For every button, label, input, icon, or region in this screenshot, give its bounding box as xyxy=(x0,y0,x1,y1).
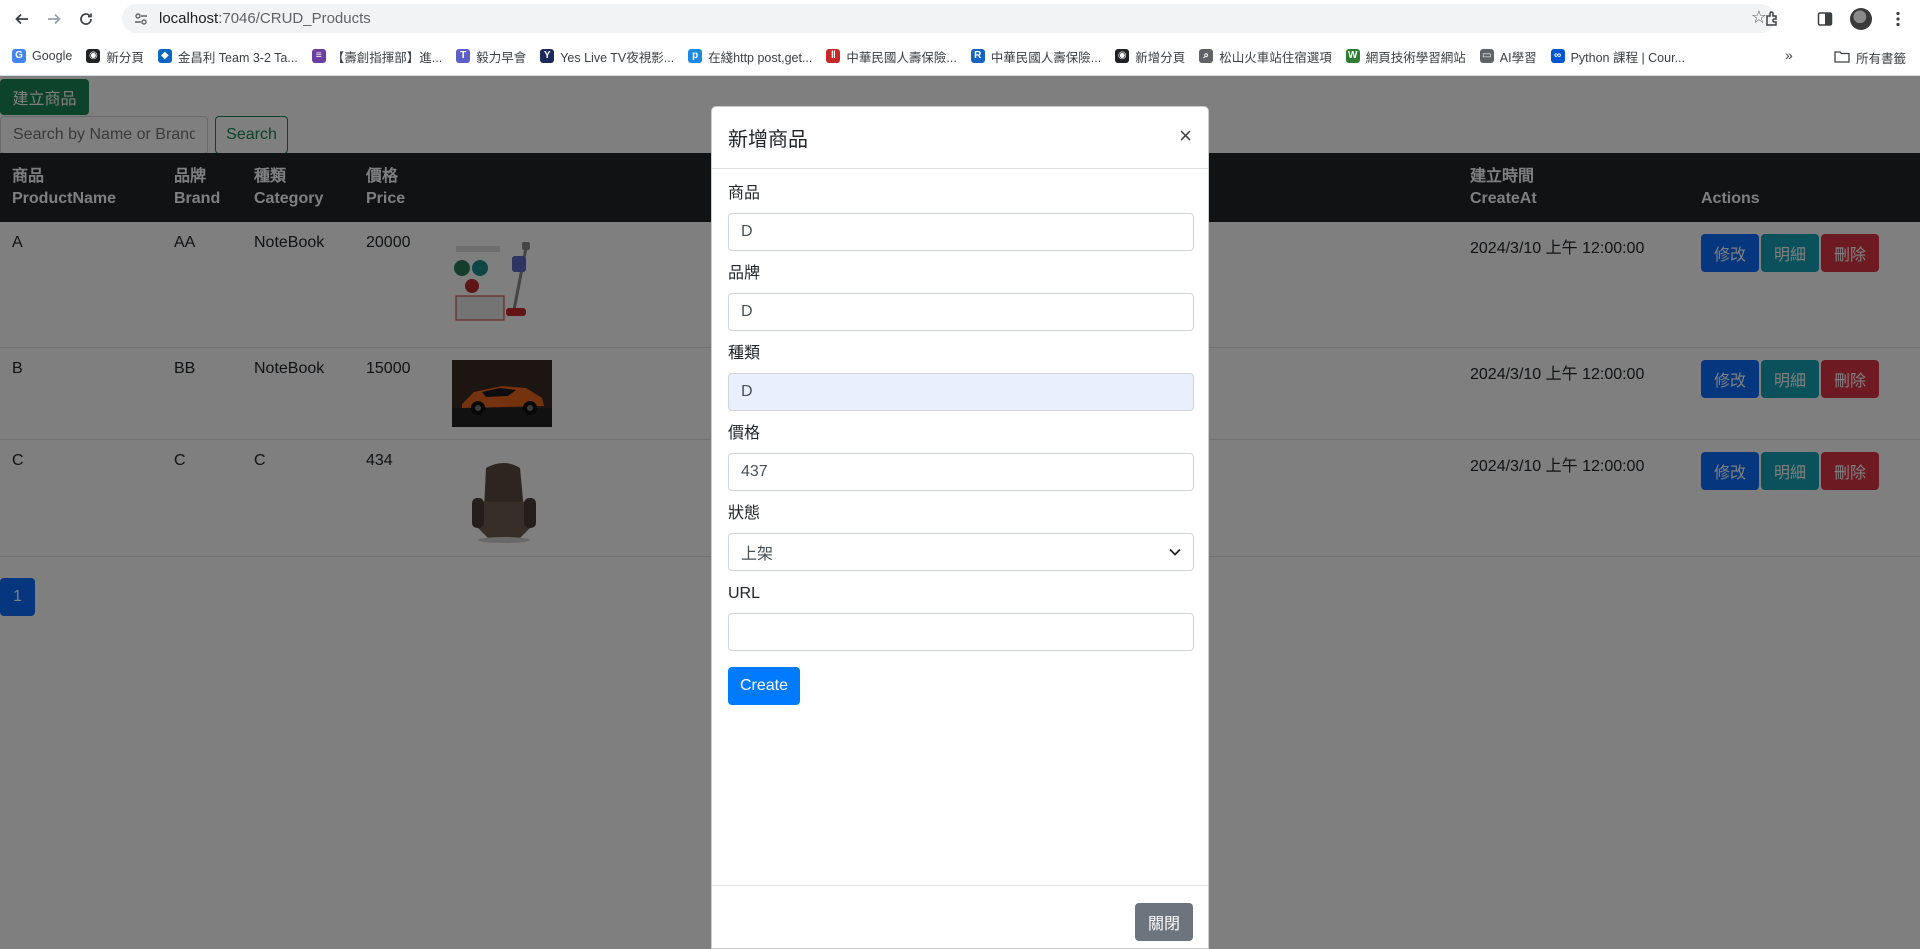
price-input[interactable]: 437 xyxy=(728,453,1194,491)
status-selected-value: 上架 xyxy=(741,546,774,563)
bookmark-item[interactable]: ⌕ 松山火車站住宿選項 xyxy=(1199,47,1332,66)
modal-footer: 關閉 xyxy=(712,885,1208,949)
category-input[interactable]: D xyxy=(728,373,1194,411)
forward-icon[interactable] xyxy=(40,5,68,33)
address-bar[interactable]: localhost:7046/CRUD_Products ☆ xyxy=(122,4,1775,33)
bookmark-favicon-icon: ◉ xyxy=(1115,49,1130,63)
product-name-input[interactable]: D xyxy=(728,213,1194,251)
bookmarks-overflow-icon[interactable]: » xyxy=(1785,47,1793,63)
bookmark-item[interactable]: G Google xyxy=(12,49,72,63)
bookmark-favicon-icon: ▭ xyxy=(1479,49,1494,63)
close-modal-button[interactable]: 關閉 xyxy=(1135,903,1193,941)
price-label: 價格 xyxy=(728,425,761,442)
profile-avatar[interactable] xyxy=(1850,8,1872,30)
create-product-modal: 新增商品 × 商品 D 品牌 D 種類 D 價格 437 狀態 上架 URL C… xyxy=(711,106,1209,949)
bookmark-label: 松山火車站住宿選項 xyxy=(1219,50,1332,65)
reload-icon[interactable] xyxy=(72,5,100,33)
bookmark-item[interactable]: ▭ AI學習 xyxy=(1479,47,1537,66)
modal-title: 新增商品 xyxy=(728,129,808,151)
bookmark-favicon-icon: ‖ xyxy=(826,49,841,63)
bookmark-favicon-icon: p xyxy=(688,49,703,63)
bookmark-label: AI學習 xyxy=(1499,50,1537,65)
bookmark-item[interactable]: ‖ 中華民國人壽保險... xyxy=(826,47,957,66)
bookmark-item[interactable]: R 中華民國人壽保險... xyxy=(970,47,1102,66)
bookmark-label: 金昌利 Team 3-2 Ta... xyxy=(177,50,298,65)
bookmark-item[interactable]: ◆ 金昌利 Team 3-2 Ta... xyxy=(157,47,298,66)
bookmark-item[interactable]: Y Yes Live TV夜視影... xyxy=(540,47,674,66)
bookmark-item[interactable]: ∞ Python 課程 | Cour... xyxy=(1550,47,1685,66)
folder-icon xyxy=(1834,50,1850,66)
bookmark-item[interactable]: W 網頁技術學習網站 xyxy=(1345,47,1466,66)
bookmark-label: 新分頁 xyxy=(106,50,144,65)
bookmark-label: 在綫http post,get... xyxy=(708,50,813,65)
bookmark-label: 中華民國人壽保險... xyxy=(990,50,1102,65)
back-icon[interactable] xyxy=(8,5,36,33)
brand-label: 品牌 xyxy=(728,265,761,282)
bookmark-label: Google xyxy=(32,49,73,63)
all-bookmarks[interactable]: 所有書籤 xyxy=(1834,48,1906,67)
bookmark-favicon-icon: Y xyxy=(540,49,555,63)
bookmark-favicon-icon: ≡ xyxy=(311,49,326,63)
bookmark-item[interactable]: T 毅力早會 xyxy=(456,47,526,66)
bookmark-label: 網頁技術學習網站 xyxy=(1365,50,1466,65)
bookmark-favicon-icon: W xyxy=(1345,49,1360,63)
category-label: 種類 xyxy=(728,345,761,362)
url-text: localhost:7046/CRUD_Products xyxy=(159,10,371,27)
close-icon[interactable]: × xyxy=(1179,125,1192,147)
bookmark-item[interactable]: ≡ 【壽創指揮部】進... xyxy=(311,47,443,66)
bookmark-favicon-icon: ⌕ xyxy=(1199,49,1214,63)
url-label: URL xyxy=(728,585,761,602)
bookmark-label: 毅力早會 xyxy=(476,50,527,65)
bookmark-favicon-icon: ◆ xyxy=(157,49,172,63)
brand-input[interactable]: D xyxy=(728,293,1194,331)
status-label: 狀態 xyxy=(728,505,761,522)
bookmark-favicon-icon: T xyxy=(456,49,471,63)
url-input[interactable] xyxy=(728,613,1194,651)
modal-header: 新增商品 × xyxy=(712,107,1208,169)
create-submit-button[interactable]: Create xyxy=(728,667,800,705)
bookmark-favicon-icon: R xyxy=(970,49,985,63)
status-select[interactable]: 上架 xyxy=(728,533,1194,571)
site-settings-icon[interactable] xyxy=(133,12,149,26)
bookmark-label: 中華民國人壽保險... xyxy=(846,50,957,65)
bookmark-label: 新增分頁 xyxy=(1135,50,1186,65)
all-bookmarks-label: 所有書籤 xyxy=(1855,52,1906,66)
bookmark-favicon-icon: G xyxy=(12,49,26,63)
bookmark-label: Python 課程 | Cour... xyxy=(1570,50,1685,65)
bookmark-item[interactable]: ◉ 新增分頁 xyxy=(1115,47,1185,66)
bookmark-label: Yes Live TV夜視影... xyxy=(560,50,675,65)
bookmark-label: 【壽創指揮部】進... xyxy=(331,50,443,65)
bookmark-favicon-icon: ∞ xyxy=(1550,49,1565,63)
side-panel-icon[interactable] xyxy=(1813,7,1837,31)
extensions-icon[interactable] xyxy=(1761,7,1785,31)
modal-body: 商品 D 品牌 D 種類 D 價格 437 狀態 上架 URL Create xyxy=(712,169,1208,705)
product-label: 商品 xyxy=(728,185,761,202)
browser-toolbar: localhost:7046/CRUD_Products ☆ xyxy=(0,0,1920,37)
chevron-down-icon xyxy=(1169,545,1181,559)
bookmark-item[interactable]: p 在綫http post,get... xyxy=(688,47,812,66)
bookmarks-bar: G Google ◉ 新分頁 ◆ 金昌利 Team 3-2 Ta... ≡ 【壽創指揮部】進.… xyxy=(0,37,1920,76)
bookmark-item[interactable]: ◉ 新分頁 xyxy=(86,47,144,66)
bookmark-favicon-icon: ◉ xyxy=(86,49,101,63)
menu-kebab-icon[interactable] xyxy=(1886,7,1910,31)
